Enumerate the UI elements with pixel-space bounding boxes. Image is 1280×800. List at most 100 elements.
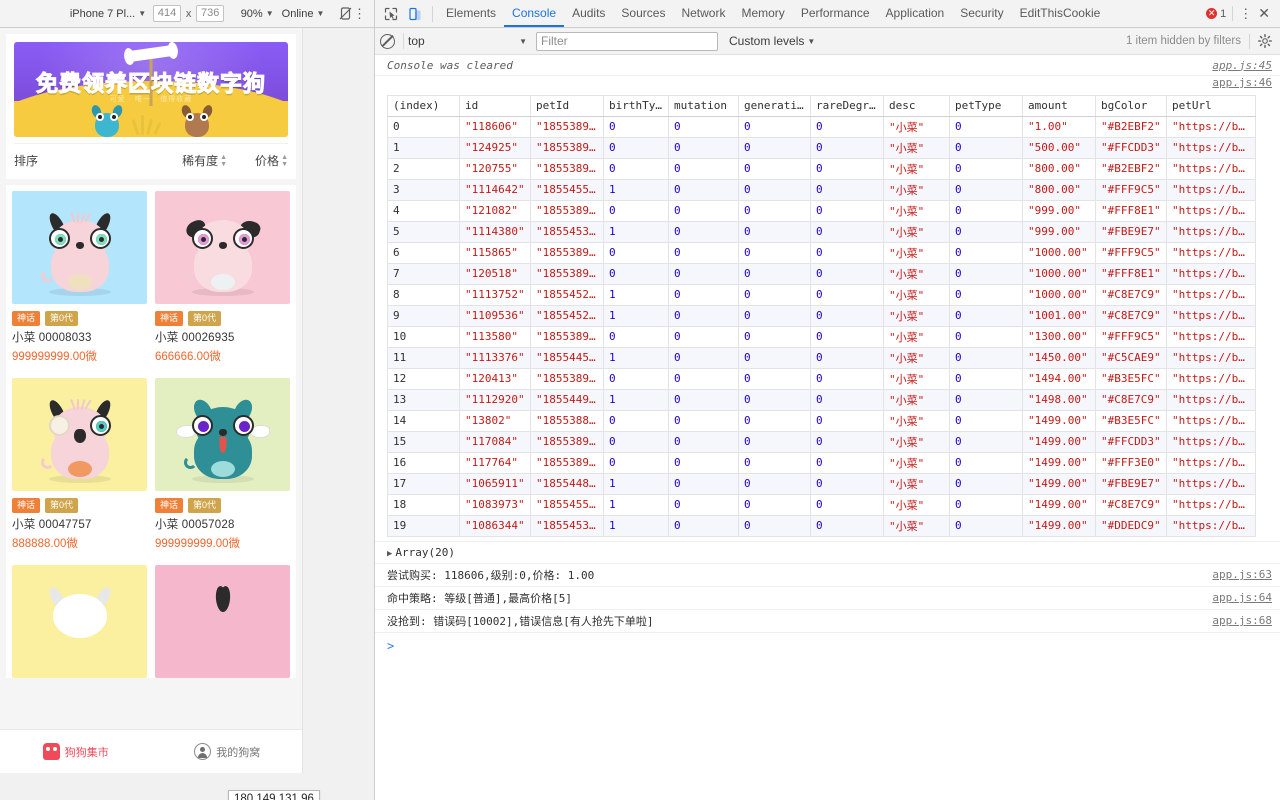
console-table-cell: "1109536": [459, 304, 531, 327]
pet-image[interactable]: [155, 565, 290, 678]
clear-console-icon[interactable]: [380, 33, 395, 49]
console-table-cell: 0: [738, 325, 811, 348]
console-table-cell: 0: [810, 472, 884, 495]
tab-application[interactable]: Application: [878, 0, 953, 27]
console-table-row: (index) id petId birthType mutation generatio…: [375, 89, 1280, 542]
console-table-cell: "#B2EBF2": [1095, 157, 1167, 180]
dog-illustration: [175, 396, 270, 483]
tab-network[interactable]: Network: [673, 0, 733, 27]
console-table-cell: 0: [668, 136, 739, 159]
device-more-options-icon[interactable]: ⋮: [353, 7, 366, 20]
pet-card[interactable]: 神话 第0代 小菜 00047757 888888.00微: [12, 378, 147, 557]
tab-console[interactable]: Console: [504, 0, 565, 27]
device-selector[interactable]: iPhone 7 Pl... ▼: [66, 6, 150, 22]
pet-image[interactable]: [155, 378, 290, 491]
tab-security[interactable]: Security: [952, 0, 1011, 27]
pet-image[interactable]: [155, 191, 290, 304]
console-table-cell: 0: [949, 283, 1023, 306]
console-table-cell: 1: [603, 388, 669, 411]
console-message-list[interactable]: Console was cleared app.js:45 app.js:46 …: [375, 55, 1280, 800]
console-table-cell: 0: [738, 199, 811, 222]
pet-card[interactable]: 神话 第0代 小菜 00026935 666666.00微: [155, 191, 290, 370]
pet-card[interactable]: 神话 第0代 小菜 00057028 999999999.00微: [155, 378, 290, 557]
pet-rarity-tag: 神话: [12, 498, 41, 513]
console-table-cell: "113580": [459, 325, 531, 348]
rotate-icon[interactable]: [338, 5, 353, 23]
console-table-cell: "500.00": [1022, 136, 1096, 159]
error-count-badge[interactable]: ✕ 1: [1206, 8, 1226, 20]
promo-banner[interactable]: 免费领养区块链数字狗 可爱 · 唯一 · 值得收藏: [14, 42, 288, 137]
settings-gear-icon[interactable]: [1258, 34, 1272, 48]
error-count-label: 1: [1220, 7, 1227, 20]
execution-context-selector[interactable]: top ▼: [403, 33, 531, 49]
pet-image[interactable]: [12, 378, 147, 491]
console-table-cell: "1300.00": [1022, 325, 1096, 348]
console-table-cell: "#B3E5FC": [1095, 367, 1167, 390]
console-table-cell: "小菜": [883, 388, 950, 411]
console-table-cell: "120413": [459, 367, 531, 390]
pet-tags: 神话 第0代: [12, 311, 147, 326]
console-table-cell: 17: [387, 472, 460, 495]
console-table-row: 8 "1113752" "185545212… 1 0 0 0 "小菜" 0 "1000.00" "…: [387, 283, 1256, 306]
log-levels-selector[interactable]: Custom levels ▼: [729, 34, 815, 48]
pet-card[interactable]: 神话 第0代 小菜 00008033 999999999.00微: [12, 191, 147, 370]
inspect-element-icon[interactable]: [379, 2, 403, 26]
device-toolbar: iPhone 7 Pl... ▼ 414 x 736 90% ▼ Online …: [0, 0, 374, 28]
nav-item-market[interactable]: 狗狗集市: [0, 743, 152, 760]
console-table-cell: "小菜": [883, 409, 950, 432]
console-table-source-link[interactable]: app.js:46: [1212, 76, 1272, 89]
array-label: Array(20): [395, 545, 456, 559]
console-table-cell: 14: [387, 409, 460, 432]
console-table-column-header: amount: [1022, 95, 1096, 117]
device-height-input[interactable]: 736: [196, 5, 225, 22]
tab-memory[interactable]: Memory: [733, 0, 792, 27]
close-icon[interactable]: ✕: [1258, 5, 1270, 22]
sort-option-rarity[interactable]: 稀有度 ▲ ▼: [182, 152, 227, 169]
console-message-source-link[interactable]: app.js:63: [1212, 568, 1272, 581]
pet-image[interactable]: [12, 191, 147, 304]
dog-illustration: [39, 397, 121, 483]
pet-card[interactable]: [155, 565, 290, 678]
console-filter-input[interactable]: [536, 31, 718, 51]
console-table-cell: 0: [738, 409, 811, 432]
console-table-row: 10 "113580" "185538948… 0 0 0 0 "小菜" 0 "1300.00" "…: [387, 325, 1256, 348]
console-table-cell: 0: [810, 367, 884, 390]
console-table-cell: 0: [949, 388, 1023, 411]
console-prompt[interactable]: >: [375, 633, 1280, 659]
console-message-source-link[interactable]: app.js:68: [1212, 614, 1272, 627]
more-options-icon[interactable]: ⋮: [1239, 7, 1252, 20]
expand-triangle-icon[interactable]: ▶: [387, 549, 392, 559]
sort-bar: 排序 稀有度 ▲ ▼ 价格 ▲ ▼: [14, 143, 288, 177]
console-cleared-source-link[interactable]: app.js:45: [1212, 59, 1272, 72]
console-table-cell: "https://b…: [1166, 325, 1256, 348]
console-table-cell: "185538948…: [530, 325, 604, 348]
console-array-summary[interactable]: ▶ Array(20): [375, 542, 1280, 564]
sort-option-price[interactable]: 价格 ▲ ▼: [255, 152, 288, 169]
zoom-selector[interactable]: 90% ▼: [237, 6, 278, 22]
console-message-source-link[interactable]: app.js:64: [1212, 591, 1272, 604]
chevron-down-icon: ▼: [138, 9, 147, 18]
tab-performance[interactable]: Performance: [793, 0, 878, 27]
console-table-cell: "#DDEDC9": [1095, 514, 1167, 537]
tab-sources[interactable]: Sources: [613, 0, 673, 27]
throttling-selector[interactable]: Online ▼: [278, 6, 329, 22]
console-table-column-header: petId: [530, 95, 604, 117]
console-table-cell: 0: [738, 430, 811, 453]
console-table-row: 19 "1086344" "185545356… 1 0 0 0 "小菜" 0 "1499.00"…: [387, 514, 1256, 537]
chevron-down-icon: ▼: [265, 9, 274, 18]
console-table-cell: "1450.00": [1022, 346, 1096, 369]
tab-elements[interactable]: Elements: [438, 0, 504, 27]
console-table-column-header: desc: [883, 95, 950, 117]
nav-item-my-kennel[interactable]: 我的狗窝: [152, 743, 303, 760]
banner-card: 免费领养区块链数字狗 可爱 · 唯一 · 值得收藏 排序 稀有度 ▲ ▼ 价格 …: [6, 34, 296, 179]
device-width-input[interactable]: 414: [153, 5, 181, 22]
pet-price: 666666.00微: [155, 351, 221, 363]
console-table-cell: 7: [387, 262, 460, 285]
tab-editthiscookie[interactable]: EditThisCookie: [1012, 0, 1109, 27]
pet-image[interactable]: [12, 565, 147, 678]
pet-card[interactable]: [12, 565, 147, 678]
console-table-cell: 0: [949, 514, 1023, 537]
toggle-device-toolbar-icon[interactable]: [403, 2, 427, 26]
tab-audits[interactable]: Audits: [564, 0, 613, 27]
console-table-cell: "https://b…: [1166, 262, 1256, 285]
